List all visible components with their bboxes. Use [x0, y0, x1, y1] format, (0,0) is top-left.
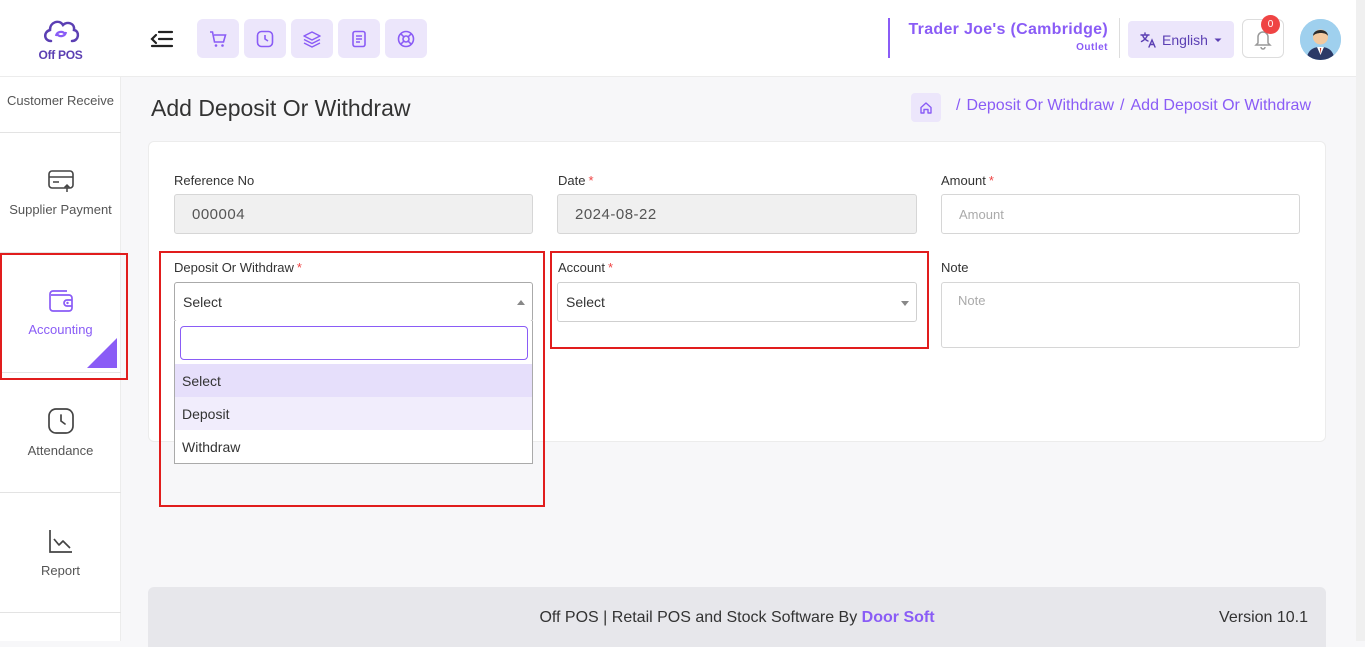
support-icon[interactable]: [385, 19, 427, 58]
footer-brand-link[interactable]: Door Soft: [862, 609, 935, 626]
receipt-icon[interactable]: [338, 19, 380, 58]
clock-icon[interactable]: [244, 19, 286, 58]
version-label: Version 10.1: [1219, 609, 1308, 626]
amount-label: Amount *: [941, 173, 994, 188]
footer: Off POS | Retail POS and Stock Software …: [148, 587, 1326, 647]
outlet-info[interactable]: Trader Joe's (Cambridge) Outlet: [888, 18, 1120, 58]
sidebar-item-report[interactable]: Report: [0, 493, 121, 613]
clock-icon: [47, 408, 74, 434]
chevron-down-icon: [1214, 38, 1222, 42]
amount-label-text: Amount: [941, 173, 986, 188]
breadcrumb-home-button[interactable]: [911, 93, 941, 122]
date-label: Date *: [558, 173, 594, 188]
sidebar-item-attendance[interactable]: Attendance: [0, 373, 121, 493]
footer-text: Off POS | Retail POS and Stock Software …: [148, 609, 1326, 627]
translate-icon: [1140, 31, 1156, 48]
breadcrumb-link[interactable]: Deposit Or Withdraw: [966, 97, 1114, 114]
notification-badge: 0: [1261, 15, 1280, 34]
language-selector[interactable]: English: [1128, 21, 1234, 58]
date-label-text: Date: [558, 173, 586, 188]
home-icon: [920, 101, 932, 114]
payment-card-icon: [47, 170, 74, 192]
menu-collapse-icon[interactable]: [150, 28, 174, 50]
breadcrumb: / Deposit Or Withdraw / Add Deposit Or With…: [950, 97, 1311, 115]
sidebar-item-label: Customer Receive: [7, 93, 114, 108]
note-label: Note: [941, 260, 969, 275]
breadcrumb-current: Add Deposit Or Withdraw: [1130, 97, 1312, 114]
breadcrumb-separator: /: [1120, 97, 1125, 114]
outlet-name: Trader Joe's (Cambridge): [908, 21, 1108, 38]
breadcrumb-separator: /: [956, 97, 961, 114]
highlight-accounting: [0, 253, 128, 380]
required-mark: *: [988, 173, 994, 188]
top-bar: Off POS Trader Joe's (Cambridge) Outlet …: [0, 0, 1356, 77]
layers-icon[interactable]: [291, 19, 333, 58]
page-scrollbar[interactable]: [1356, 0, 1365, 641]
sidebar-item-label: Report: [40, 563, 81, 578]
amount-field[interactable]: Amount: [941, 194, 1300, 234]
cart-icon[interactable]: [197, 19, 239, 58]
reference-field: 000004: [174, 194, 533, 234]
required-mark: *: [588, 173, 594, 188]
note-field[interactable]: Note: [941, 282, 1300, 348]
sidebar-item-customer-receive[interactable]: Customer Receive: [0, 13, 121, 133]
sidebar-item-supplier-payment[interactable]: Supplier Payment: [0, 133, 121, 253]
sidebar-item-label: Supplier Payment: [9, 202, 112, 217]
sidebar-item-label: Attendance: [27, 443, 94, 458]
footer-copy: Off POS | Retail POS and Stock Software …: [539, 609, 858, 626]
highlight-deposit-withdraw: [159, 251, 545, 507]
chart-icon: [48, 530, 72, 553]
page-title: Add Deposit Or Withdraw: [151, 95, 411, 121]
user-avatar[interactable]: [1300, 19, 1341, 60]
date-field[interactable]: 2024-08-22: [557, 194, 917, 234]
highlight-account: [550, 251, 929, 349]
outlet-sub-label: Outlet: [1076, 42, 1108, 53]
reference-label: Reference No: [174, 173, 255, 188]
language-label: English: [1162, 31, 1208, 48]
